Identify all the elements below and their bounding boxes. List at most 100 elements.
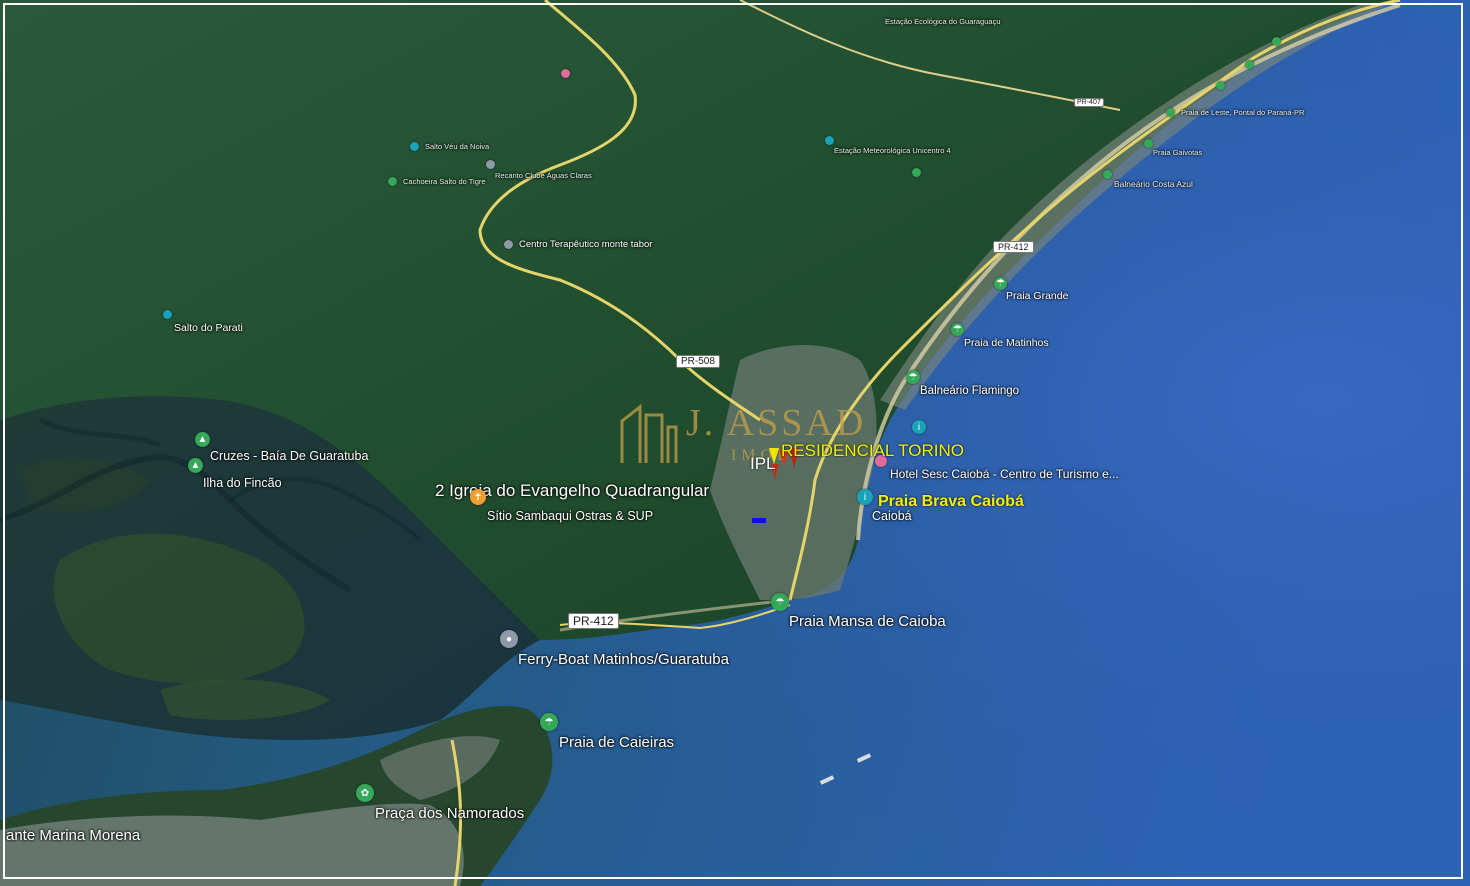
umbrella-icon xyxy=(1216,81,1225,90)
umbrella-icon xyxy=(1272,37,1281,46)
info-icon xyxy=(410,142,419,151)
place-balneario-flamingo[interactable]: ☂ xyxy=(906,370,920,384)
place-marina[interactable]: ante Marina Morena xyxy=(6,827,140,844)
place-cachoeira-tigre[interactable]: Cachoeira Salto do Tigre xyxy=(388,177,486,186)
info-icon: i xyxy=(857,489,873,505)
place-praca-namorados[interactable]: ✿ xyxy=(356,784,374,802)
place-ferry-label[interactable]: Ferry-Boat Matinhos/Guaratuba xyxy=(518,651,729,668)
place-praia-leste[interactable]: Praia de Leste, Pontal do Paraná-PR xyxy=(1166,108,1304,117)
place-estacao-meteo[interactable] xyxy=(825,136,834,145)
place-balneario-costa-label[interactable]: Balneário Costa Azul xyxy=(1114,179,1193,189)
place-ilha-fincao[interactable]: ▲ xyxy=(188,458,203,473)
umbrella-icon: ☂ xyxy=(771,593,789,611)
place-label: Hotel Sesc Caiobá - Centro de Turismo e.… xyxy=(890,467,1119,481)
place-praia-mansa[interactable]: ☂ xyxy=(771,593,789,611)
place-caioba-label[interactable]: Caiobá xyxy=(872,509,912,523)
tree-icon xyxy=(912,168,921,177)
place-label: Salto do Parati xyxy=(174,322,243,334)
place-estacao-meteo-label[interactable]: Estação Meteorológica Unicentro 4 xyxy=(834,146,951,155)
road-shield-pr412-north[interactable]: PR-412 xyxy=(993,241,1034,253)
place-praca-namorados-label[interactable]: Praça dos Namorados xyxy=(375,805,524,822)
place-praia-matinhos[interactable]: ☂ xyxy=(951,323,964,336)
place-salto-parati[interactable] xyxy=(163,310,172,319)
umbrella-icon xyxy=(1245,60,1254,69)
parcel-marker xyxy=(752,518,766,523)
umbrella-icon xyxy=(1144,139,1153,148)
place-label: Caiobá xyxy=(872,509,912,523)
place-salto-veu[interactable]: Salto Véu da Noiva xyxy=(410,142,489,151)
tree-icon xyxy=(388,177,397,186)
pin-icon xyxy=(504,240,513,249)
satellite-map[interactable]: J. ASSAD IMOB PR-407 PR-412 PR-508 PR-41… xyxy=(0,0,1470,886)
property-sublabel: IPL xyxy=(750,454,776,473)
place-label: Salto Véu da Noiva xyxy=(425,142,490,151)
place-label: Recanto Clube Águas Claras xyxy=(495,171,592,180)
place-ferry[interactable]: ● xyxy=(500,630,518,648)
place-clube-aguas-label[interactable]: Recanto Clube Águas Claras xyxy=(495,171,592,180)
place-beach-poi-3[interactable] xyxy=(1272,37,1281,46)
place-label: Estação Ecológica do Guaraguaçu xyxy=(885,17,1001,26)
place-igreja-pin[interactable]: ✝ xyxy=(470,489,486,505)
pin-icon: ● xyxy=(500,630,518,648)
road-shield-pr508[interactable]: PR-508 xyxy=(676,355,720,368)
place-hotel-sesc-label[interactable]: Hotel Sesc Caiobá - Centro de Turismo e.… xyxy=(890,467,1119,481)
place-centro-monte[interactable]: Centro Terapêutico monte tabor xyxy=(504,239,652,250)
place-label: Praça dos Namorados xyxy=(375,805,525,822)
place-salto-parati-label[interactable]: Salto do Parati xyxy=(174,322,243,334)
info-icon: i xyxy=(912,420,926,434)
property-label[interactable]: RESIDENCIAL TORINO xyxy=(781,441,964,461)
place-label: Praia de Matinhos xyxy=(964,337,1049,349)
place-label: Sítio Sambaqui Ostras & SUP xyxy=(487,509,654,523)
place-label: Praia de Caieiras xyxy=(559,734,675,751)
umbrella-icon: ☂ xyxy=(906,370,920,384)
place-praia-caieiras[interactable]: ☂ xyxy=(540,713,558,731)
umbrella-icon xyxy=(1103,170,1112,179)
place-label: Balneário Costa Azul xyxy=(1114,179,1193,189)
place-label: Ferry-Boat Matinhos/Guaratuba xyxy=(518,651,729,668)
road-shield-pr412-south[interactable]: PR-412 xyxy=(568,613,619,629)
pin-icon xyxy=(561,69,570,78)
place-green-poi[interactable] xyxy=(912,168,921,177)
place-praia-grande[interactable]: ☂ xyxy=(994,277,1007,290)
place-label: Estação Meteorológica Unicentro 4 xyxy=(834,146,951,155)
place-beach-poi-1[interactable] xyxy=(1216,81,1225,90)
place-cruzes-label[interactable]: Cruzes - Baía De Guaratuba xyxy=(210,449,368,463)
place-info-poi[interactable]: i xyxy=(912,420,926,434)
place-label: Cachoeira Salto do Tigre xyxy=(403,177,486,186)
place-praia-caieiras-label[interactable]: Praia de Caieiras xyxy=(559,734,674,751)
place-label: Praia Gaivotas xyxy=(1153,148,1203,157)
place-label: Praia Mansa de Caioba xyxy=(789,613,946,630)
place-label: Balneário Flamingo xyxy=(920,385,1020,397)
place-praia-gaivotas[interactable] xyxy=(1144,139,1153,148)
place-praia-gaivotas-label[interactable]: Praia Gaivotas xyxy=(1153,148,1202,157)
umbrella-icon: ☂ xyxy=(540,713,558,731)
place-label: Ilha do Fincão xyxy=(203,476,282,490)
place-pink-poi[interactable] xyxy=(561,69,570,78)
umbrella-icon: ☂ xyxy=(951,323,964,336)
place-praia-matinhos-label[interactable]: Praia de Matinhos xyxy=(964,337,1049,349)
place-label: ante Marina Morena xyxy=(6,827,141,844)
place-balneario-flamingo-label[interactable]: Balneário Flamingo xyxy=(920,385,1019,397)
featured-beach-label[interactable]: Praia Brava Caiobá xyxy=(878,493,1024,511)
place-estacao-ecologica[interactable]: Estação Ecológica do Guaraguaçu xyxy=(885,17,1001,26)
place-praia-grande-label[interactable]: Praia Grande xyxy=(1006,290,1068,302)
place-label: Centro Terapêutico monte tabor xyxy=(519,239,653,250)
place-label: Praia Grande xyxy=(1006,290,1069,302)
place-label: Praia de Leste, Pontal do Paraná-PR xyxy=(1181,108,1305,117)
place-praia-mansa-label[interactable]: Praia Mansa de Caioba xyxy=(789,613,946,630)
umbrella-icon: ☂ xyxy=(994,277,1007,290)
place-cruzes[interactable]: ▲ xyxy=(195,432,210,447)
umbrella-icon xyxy=(1166,108,1175,117)
tree-icon: ▲ xyxy=(188,458,203,473)
place-clube-aguas[interactable] xyxy=(486,160,495,169)
place-caioba[interactable]: i xyxy=(857,489,873,505)
info-icon xyxy=(825,136,834,145)
road-shield-pr407[interactable]: PR-407 xyxy=(1074,98,1104,107)
place-sitio[interactable]: Sítio Sambaqui Ostras & SUP xyxy=(487,509,653,523)
place-balneario-costa[interactable] xyxy=(1103,170,1112,179)
church-icon: ✝ xyxy=(470,489,486,505)
tree-icon: ▲ xyxy=(195,432,210,447)
place-ilha-fincao-label[interactable]: Ilha do Fincão xyxy=(203,476,282,490)
place-beach-poi-2[interactable] xyxy=(1245,60,1254,69)
pin-icon xyxy=(486,160,495,169)
